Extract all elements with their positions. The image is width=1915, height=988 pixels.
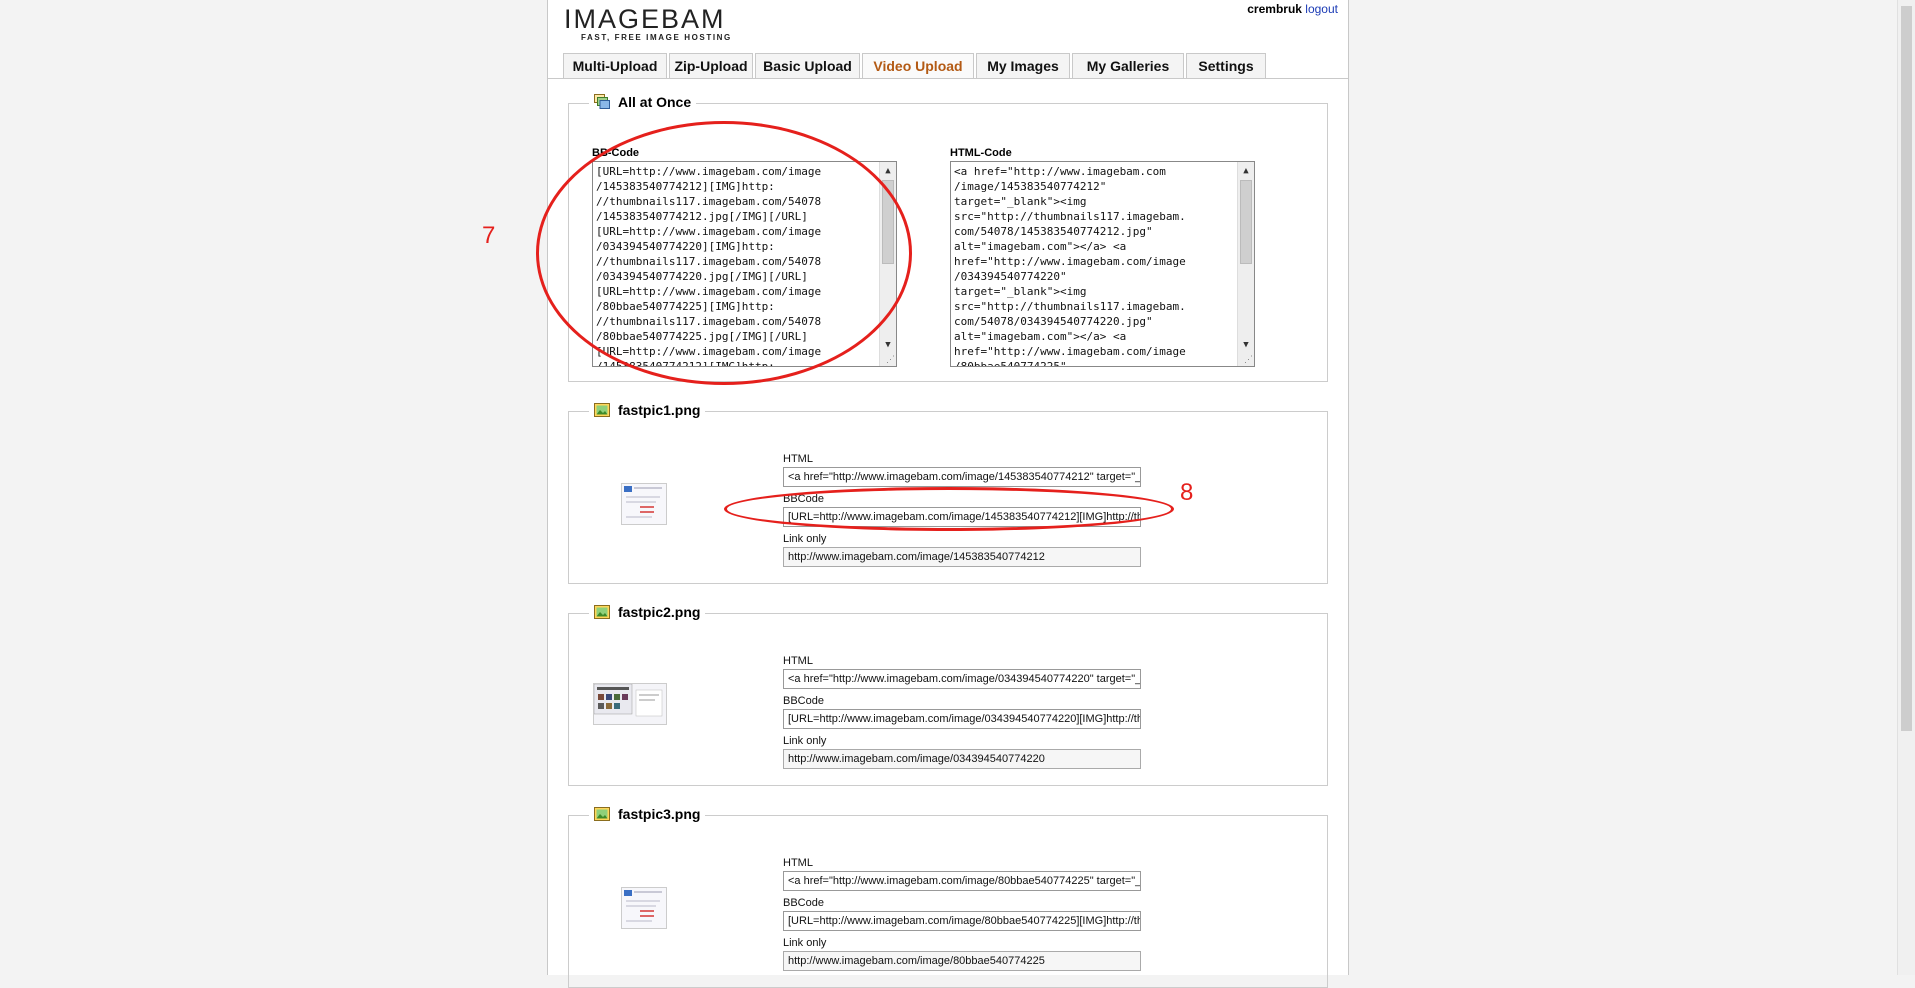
file-box-fastpic2: fastpic2.png HTML <a href="http://www.im…	[568, 604, 1328, 786]
tab-video-upload[interactable]: Video Upload	[862, 53, 974, 79]
file-legend: fastpic2.png	[589, 604, 705, 622]
tab-settings[interactable]: Settings	[1186, 53, 1266, 79]
file-legend: fastpic3.png	[589, 806, 705, 824]
link-only-input[interactable]: http://www.imagebam.com/image/0343945407…	[783, 749, 1141, 769]
annotation-label-8: 8	[1180, 479, 1194, 506]
html-code-textarea[interactable]: <a href="http://www.imagebam.com /image/…	[950, 161, 1255, 367]
imagebam-logo[interactable]: IMAGEBAM FAST, FREE IMAGE HOSTING	[564, 4, 732, 43]
tab-multi-upload[interactable]: Multi-Upload	[563, 53, 667, 79]
tabs-divider	[548, 78, 1348, 79]
html-label: HTML	[783, 857, 813, 869]
bbcode-input[interactable]: [URL=http://www.imagebam.com/image/80bba…	[783, 911, 1141, 931]
link-only-label: Link only	[783, 735, 827, 747]
resize-grip-icon[interactable]: ⋰	[886, 356, 895, 365]
annotation-label-7: 7	[482, 222, 496, 249]
file-legend: fastpic1.png	[589, 402, 705, 420]
html-input[interactable]: <a href="http://www.imagebam.com/image/0…	[783, 669, 1141, 689]
bbcode-label: BB-Code	[592, 147, 640, 159]
link-only-label: Link only	[783, 937, 827, 949]
images-stack-icon	[594, 94, 610, 112]
picture-icon	[594, 605, 610, 622]
bbcode-textarea-content: [URL=http://www.imagebam.com/image /1453…	[596, 165, 822, 367]
window-scrollbar-thumb[interactable]	[1901, 6, 1912, 731]
file-box-fastpic3: fastpic3.png HTML <a href="http://www.im…	[568, 806, 1328, 988]
scroll-down-arrow-icon[interactable]: ▼	[1238, 338, 1254, 352]
html-input[interactable]: <a href="http://www.imagebam.com/image/8…	[783, 871, 1141, 891]
html-code-label: HTML-Code	[950, 147, 1012, 159]
tab-my-galleries[interactable]: My Galleries	[1072, 53, 1184, 79]
file-name: fastpic1.png	[618, 402, 701, 418]
thumbnail-image[interactable]	[593, 683, 667, 725]
bbcode-label: BBCode	[783, 695, 824, 707]
thumbnail-image[interactable]	[621, 483, 667, 525]
logo-tagline: FAST, FREE IMAGE HOSTING	[581, 33, 732, 42]
resize-grip-icon[interactable]: ⋰	[1244, 356, 1253, 365]
html-code-textarea-content: <a href="http://www.imagebam.com /image/…	[954, 165, 1186, 367]
html-label: HTML	[783, 453, 813, 465]
link-only-label: Link only	[783, 533, 827, 545]
logo-text: IMAGEBAM	[564, 4, 726, 34]
html-code-scrollbar[interactable]: ▲ ▼	[1237, 162, 1254, 366]
bbcode-input[interactable]: [URL=http://www.imagebam.com/image/03439…	[783, 709, 1141, 729]
username: crembruk	[1247, 2, 1302, 16]
tab-my-images[interactable]: My Images	[976, 53, 1070, 79]
link-only-input[interactable]: http://www.imagebam.com/image/80bbae5407…	[783, 951, 1141, 971]
bbcode-textarea[interactable]: [URL=http://www.imagebam.com/image /1453…	[592, 161, 897, 367]
picture-icon	[594, 807, 610, 824]
all-at-once-title: All at Once	[618, 94, 692, 110]
file-box-fastpic1: fastpic1.png HTML <a href="http://www.im…	[568, 402, 1328, 584]
file-name: fastpic2.png	[618, 604, 701, 620]
bbcode-scrollbar[interactable]: ▲ ▼	[879, 162, 896, 366]
html-label: HTML	[783, 655, 813, 667]
page-container: IMAGEBAM FAST, FREE IMAGE HOSTING crembr…	[547, 0, 1349, 988]
scroll-up-arrow-icon[interactable]: ▲	[880, 164, 896, 178]
thumbnail-image[interactable]	[621, 887, 667, 929]
scrollbar-thumb[interactable]	[1240, 180, 1252, 264]
tab-basic-upload[interactable]: Basic Upload	[755, 53, 860, 79]
bbcode-label: BBCode	[783, 897, 824, 909]
html-input[interactable]: <a href="http://www.imagebam.com/image/1…	[783, 467, 1141, 487]
scroll-up-arrow-icon[interactable]: ▲	[1238, 164, 1254, 178]
bbcode-input[interactable]: [URL=http://www.imagebam.com/image/14538…	[783, 507, 1141, 527]
all-at-once-box: All at Once BB-Code [URL=http://www.imag…	[568, 94, 1328, 382]
tab-zip-upload[interactable]: Zip-Upload	[669, 53, 753, 79]
picture-icon	[594, 403, 610, 420]
all-at-once-legend: All at Once	[589, 94, 696, 112]
window-scrollbar[interactable]	[1897, 0, 1915, 975]
link-only-input[interactable]: http://www.imagebam.com/image/1453835407…	[783, 547, 1141, 567]
user-bar: crembruk logout	[1247, 2, 1338, 16]
file-name: fastpic3.png	[618, 806, 701, 822]
bbcode-label: BBCode	[783, 493, 824, 505]
scrollbar-thumb[interactable]	[882, 180, 894, 264]
logout-link[interactable]: logout	[1305, 2, 1338, 16]
scroll-down-arrow-icon[interactable]: ▼	[880, 338, 896, 352]
